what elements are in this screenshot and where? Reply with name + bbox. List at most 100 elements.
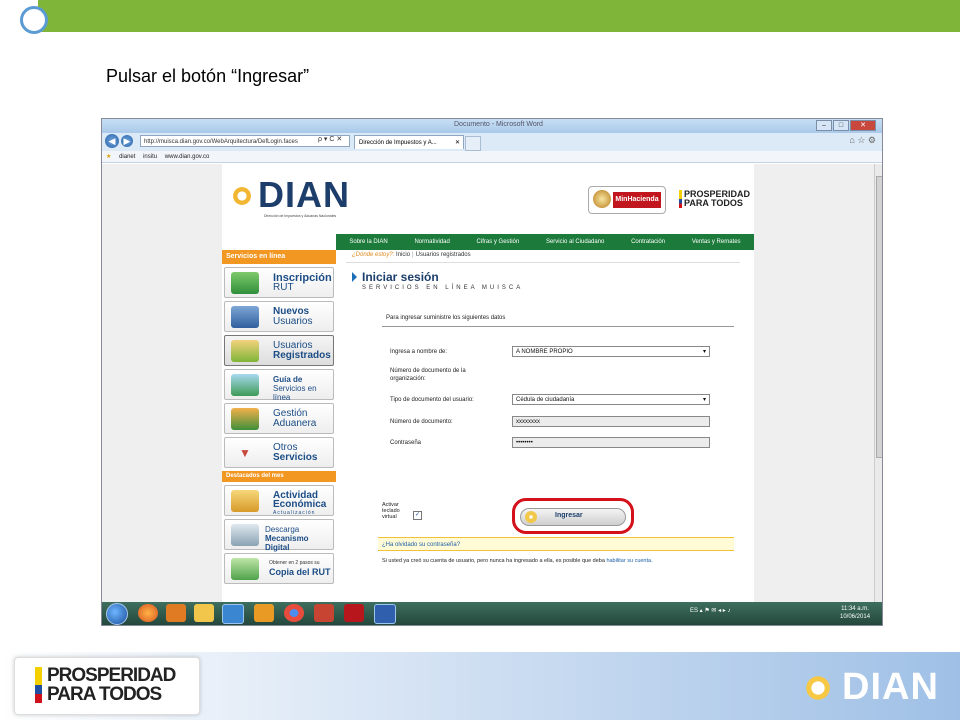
dian-footer-logo: DIAN [842,666,939,708]
arrow-right-icon [352,272,357,282]
nav-sobre-dian[interactable]: Sobre la DIAN [349,239,387,245]
featured-caption: Actualización [273,510,316,516]
start-button[interactable] [106,603,128,625]
sidebar-item-guia-servicios[interactable]: Guía de Servicios en línea [224,369,334,402]
nav-contratacion[interactable]: Contratación [631,239,665,245]
forgot-password-link[interactable]: ¿Ha olvidado su contraseña? [378,537,734,551]
password-input[interactable]: •••••••• [512,437,710,448]
minhacienda-logo[interactable]: MinHacienda [588,186,666,214]
tab-close-icon[interactable]: ✕ [455,136,460,149]
prosperidad-footer-text: PROSPERIDAD PARA TODOS [47,665,176,705]
minimize-button[interactable]: – [816,120,832,131]
featured-actividad-economica[interactable]: Actividad Económica Actualización [224,485,334,516]
breadcrumb-divider [346,262,740,263]
sidebar-item-usuarios-registrados[interactable]: Usuarios Registrados [224,335,334,366]
virtual-keyboard-label: Activar teclado virtual [382,502,400,520]
breadcrumb-prompt: ¿Dónde estoy?: [352,252,395,258]
featured-sublabel: Copia del RUT [269,567,331,577]
internet-explorer-icon[interactable] [222,604,244,624]
acting-as-value: A NOMBRE PROPIO [516,349,573,355]
customs-box-icon [231,408,259,430]
system-clock[interactable]: 11:34 a.m. 10/06/2014 [840,605,870,621]
word-icon[interactable] [374,604,396,624]
system-tray[interactable]: ES ▴ ⚑ ✉ ◂ ▸ ♪ [690,607,730,614]
minhacienda-text: MinHacienda [613,192,661,208]
dian-site: DIAN Dirección de Impuestos y Aduanas Na… [222,164,754,602]
address-bar-icons[interactable]: ρ ▾ C ✕ [318,135,342,143]
nav-ventas-remates[interactable]: Ventas y Remates [692,239,741,245]
language-indicator[interactable]: ES [690,608,698,614]
favorites-star-icon[interactable]: ★ [106,154,111,160]
featured-header: Destacados del mes [222,471,336,482]
windows-taskbar: ES ▴ ⚑ ✉ ◂ ▸ ♪ 11:34 a.m. 10/06/2014 [102,602,882,625]
firefox-icon[interactable] [138,604,158,622]
dian-logo-text: DIAN [258,174,350,215]
scrollbar-thumb[interactable] [876,176,882,458]
dian-sun-icon [228,182,256,210]
sidebar-item-sublabel: RUT [273,282,294,293]
top-navigation: Sobre la DIAN Normatividad Cifras y Gest… [336,234,754,250]
login-subtitle: SERVICIOS EN LÍNEA MUISCA [362,285,524,291]
close-window-button[interactable]: ✕ [850,120,876,131]
clock-time: 11:34 a.m. [841,606,869,612]
acting-as-select[interactable]: A NOMBRE PROPIO ▾ [512,346,710,357]
sidebar-header: Servicios en línea [222,250,336,264]
breadcrumb-home-link[interactable]: Inicio [396,252,410,258]
password-label: Contraseña [390,440,422,446]
media-player-icon[interactable] [166,604,186,622]
featured-label: Descarga [265,525,300,534]
sidebar-item-otros-servicios[interactable]: ▼ Otros Servicios [224,437,334,468]
form-divider [382,326,734,327]
sidebar-item-gestion-aduanera[interactable]: Gestión Aduanera [224,403,334,434]
login-title: Iniciar sesión [362,270,439,284]
colombia-seal-icon [593,190,611,208]
nav-cifras[interactable]: Cifras y Gestión [477,239,520,245]
featured-copia-rut[interactable]: Obtener en 2 pasos su Copia del RUT [224,553,334,584]
enable-account-link[interactable]: habilitar su cuenta. [606,558,652,564]
economic-activity-icon [231,490,259,512]
sidebar-item-nuevos-usuarios[interactable]: Nuevos Usuarios [224,301,334,332]
account-note: Si usted ya creó su cuenta de usuario, p… [382,558,653,564]
triangle-down-icon: ▼ [239,446,251,460]
prosperidad-logo: PROSPERIDAD PARA TODOS [679,189,751,208]
acrobat-icon[interactable] [344,604,364,622]
breadcrumb-separator: | [412,252,414,258]
folder-icon[interactable] [194,604,214,622]
favorite-link[interactable]: dianet [119,154,135,160]
page-viewport: DIAN Dirección de Impuestos y Aduanas Na… [102,164,874,602]
favorite-link[interactable]: insitu [143,154,157,160]
maximize-button[interactable]: □ [833,120,849,131]
colombia-flag-icon [35,667,42,703]
forward-button[interactable]: ▶ [121,135,133,147]
outlook-icon[interactable] [254,604,274,622]
account-note-text: Si usted ya creó su cuenta de usuario, p… [382,558,605,564]
form-intro: Para ingresar suministre los siguientes … [386,315,506,321]
slide-instruction: Pulsar el botón “Ingresar” [106,66,310,86]
favorite-link[interactable]: www.dian.gov.co [165,154,210,160]
browser-navbar: ◀ ▶ http://muisca.dian.gov.co/WebArquite… [102,133,882,151]
sidebar: Servicios en línea Inscripción RUT Nuevos… [222,250,336,602]
featured-mecanismo-digital[interactable]: Descarga Mecanismo Digital [224,519,334,552]
sidebar-item-sublabel: Aduanera [273,418,317,429]
guide-book-icon [231,374,259,396]
doc-type-select[interactable]: Cédula de ciudadanía ▾ [512,394,710,405]
window-title: Documento - Microsoft Word [454,121,543,128]
new-tab-button[interactable] [465,136,481,151]
chrome-icon[interactable] [284,604,304,622]
powerpoint-icon[interactable] [314,604,334,622]
vertical-scrollbar[interactable] [874,164,882,602]
clock-date: 10/06/2014 [840,614,871,620]
browser-toolbar-icons[interactable]: ⌂ ☆ ⚙ [849,135,876,146]
nav-servicio-ciudadano[interactable]: Servicio al Ciudadano [546,239,604,245]
sidebar-item-sublabel: Registrados [273,350,331,361]
back-button[interactable]: ◀ [105,134,119,148]
rut-form-icon [231,272,259,294]
prosperidad-text: PROSPERIDAD PARA TODOS [684,189,751,208]
featured-sublabel: Mecanismo Digital [265,534,309,552]
doc-number-input[interactable]: xxxxxxxx [512,416,710,427]
browser-screenshot: Documento - Microsoft Word – □ ✕ ◀ ▶ htt… [101,118,883,626]
tab-dian[interactable]: Dirección de Impuestos y A... ✕ [354,135,464,149]
virtual-keyboard-checkbox[interactable]: ✓ [413,511,422,520]
nav-normatividad[interactable]: Normatividad [414,239,449,245]
sidebar-item-inscripcion-rut[interactable]: Inscripción RUT [224,267,334,298]
